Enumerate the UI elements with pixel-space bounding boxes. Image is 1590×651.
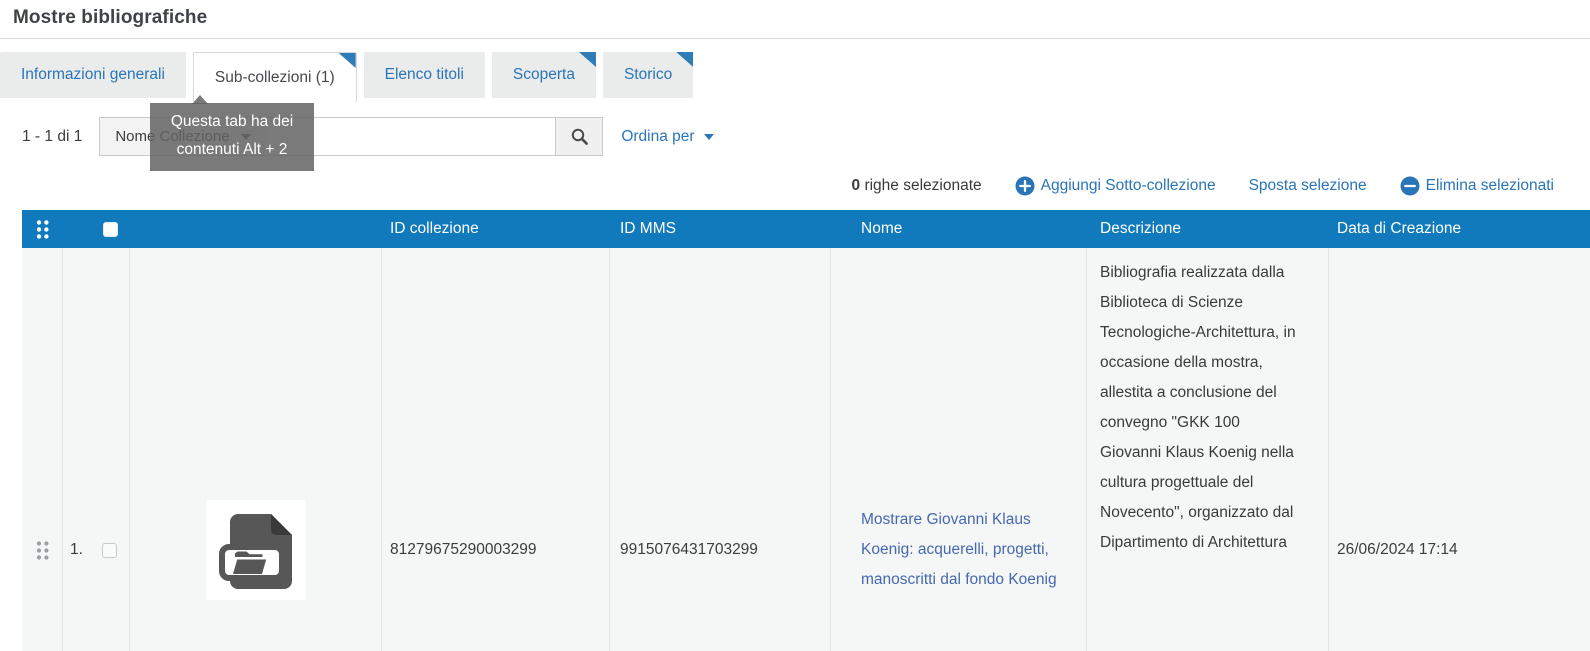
tab-storico[interactable]: Storico <box>602 52 694 98</box>
result-count: 1 - 1 di 1 <box>22 127 83 145</box>
header-nome[interactable]: Nome <box>831 220 1087 238</box>
tab-content-badge-icon <box>338 53 356 68</box>
tab-label: Sub-collezioni (1) <box>214 68 335 86</box>
cell-id-mms: 9915076431703299 <box>610 248 831 651</box>
grid-dots-icon <box>36 219 49 239</box>
tab-label: Storico <box>623 66 673 83</box>
move-selection-label: Sposta selezione <box>1248 177 1367 194</box>
delete-selected-button[interactable]: Elimina selezionati <box>1400 176 1554 196</box>
header-id-mms[interactable]: ID MMS <box>610 220 831 238</box>
tab-informazioni-generali[interactable]: Informazioni generali <box>0 52 186 98</box>
selected-count: 0 <box>851 177 861 194</box>
page-header: Mostre bibliografiche <box>0 0 1590 39</box>
header-data-creazione[interactable]: Data di Creazione <box>1329 220 1590 238</box>
select-all-checkbox[interactable] <box>102 221 118 237</box>
collection-thumbnail-icon <box>205 500 306 600</box>
row-number: 1. <box>70 541 83 558</box>
tab-label: Elenco titoli <box>384 66 464 83</box>
row-drag-handle[interactable] <box>22 248 63 651</box>
tab-content-badge-icon <box>676 52 694 67</box>
tab-label: Informazioni generali <box>21 66 165 83</box>
delete-selected-label: Elimina selezionati <box>1425 177 1554 194</box>
tab-tooltip: Questa tab ha dei contenuti Alt + 2 <box>150 103 314 171</box>
row-checkbox[interactable] <box>102 542 117 558</box>
header-descrizione[interactable]: Descrizione <box>1087 220 1329 238</box>
page-title: Mostre bibliografiche <box>13 7 208 28</box>
row-thumbnail-cell <box>130 248 382 651</box>
sort-by-label: Ordina per <box>621 127 695 145</box>
selected-label: righe selezionate <box>860 177 982 194</box>
actions-row: 0 righe selezionate Aggiungi Sotto-colle… <box>0 176 1590 196</box>
search-icon <box>571 128 588 145</box>
chevron-down-icon <box>703 133 714 140</box>
tab-label: Scoperta <box>512 66 575 83</box>
cell-data-creazione: 26/06/2024 17:14 <box>1337 541 1458 558</box>
tab-sub-collezioni[interactable]: Sub-collezioni (1) <box>192 52 357 102</box>
header-id-collezione[interactable]: ID collezione <box>382 220 610 238</box>
table-row: 1. 81279675290003299 9915076431703299 Mo… <box>22 248 1590 651</box>
selected-rows-status: 0 righe selezionate <box>852 177 982 195</box>
collection-name-link[interactable]: Mostrare Giovanni Klaus Koenig: acquerel… <box>861 505 1074 595</box>
tooltip-arrow <box>192 95 208 104</box>
tab-content-badge-icon <box>578 52 596 67</box>
plus-circle-icon <box>1015 176 1035 196</box>
minus-circle-icon <box>1400 176 1420 196</box>
column-settings-cell[interactable] <box>22 218 63 241</box>
sort-by-dropdown[interactable]: Ordina per <box>621 127 714 146</box>
tab-elenco-titoli[interactable]: Elenco titoli <box>363 52 485 98</box>
tab-scoperta[interactable]: Scoperta <box>491 52 596 98</box>
add-subcollection-label: Aggiungi Sotto-collezione <box>1040 177 1216 194</box>
subcollections-table: ID collezione ID MMS Nome Descrizione Da… <box>22 210 1590 651</box>
cell-descrizione: Bibliografia realizzata dalla Biblioteca… <box>1100 264 1296 551</box>
cell-id-collezione: 81279675290003299 <box>382 248 610 651</box>
grid-dots-icon <box>36 540 48 560</box>
move-selection-button[interactable]: Sposta selezione <box>1249 177 1367 195</box>
tab-bar: Informazioni generali Sub-collezioni (1)… <box>0 52 1590 102</box>
search-button[interactable] <box>555 118 603 155</box>
add-subcollection-button[interactable]: Aggiungi Sotto-collezione <box>1015 176 1216 196</box>
table-header-row: ID collezione ID MMS Nome Descrizione Da… <box>22 210 1590 248</box>
